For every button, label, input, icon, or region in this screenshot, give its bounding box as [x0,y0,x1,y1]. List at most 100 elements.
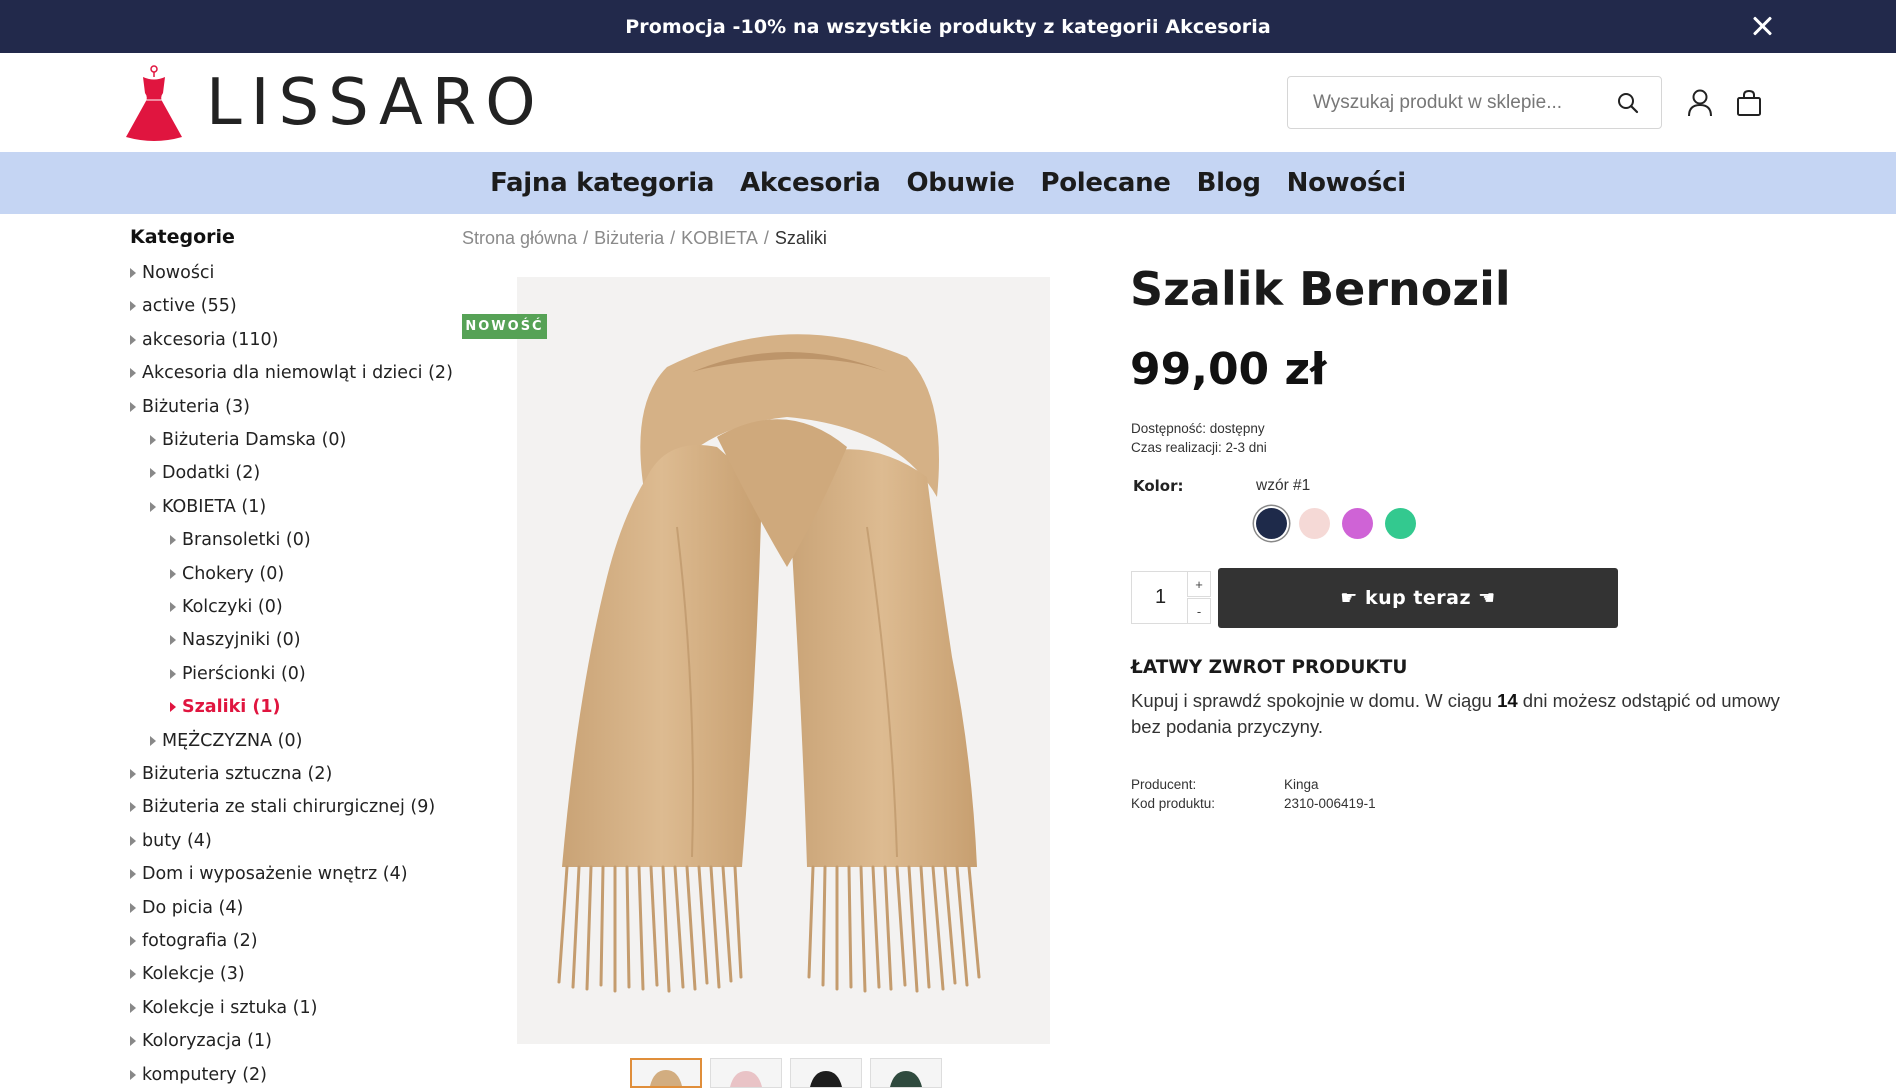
sidebar-category-item[interactable]: Dodatki (2) [150,463,260,483]
caret-right-icon [130,835,136,846]
sidebar-category-item[interactable]: akcesoria (110) [130,330,278,350]
buy-now-button[interactable]: ☛ kup teraz ☚ [1218,568,1618,628]
sidebar-category-item[interactable]: Biżuteria (3) [130,397,250,417]
thumbnail-green[interactable] [870,1058,942,1088]
sidebar-category-label: akcesoria (110) [142,329,279,350]
sidebar-category-item[interactable]: Biżuteria sztuczna (2) [130,764,332,784]
sidebar-category-item[interactable]: Nowości [130,263,214,283]
thumbnail-beige[interactable] [630,1058,702,1088]
product-image[interactable] [517,277,1050,1044]
user-icon [1688,89,1712,117]
sidebar-category-label: MĘŻCZYZNA (0) [162,730,303,751]
return-days: 14 [1497,690,1518,711]
quantity-minus-button[interactable]: - [1187,598,1211,624]
thumbnail-image [810,1071,842,1087]
sidebar-category-item[interactable]: Koloryzacja (1) [130,1031,272,1051]
sidebar-category-item[interactable]: Kolczyki (0) [170,597,283,617]
sidebar-category-item[interactable]: Do picia (4) [130,898,243,918]
sidebar-category-item[interactable]: Kolekcje (3) [130,964,245,984]
availability: Dostępność: dostępny [1131,421,1265,436]
cart-button[interactable] [1734,87,1764,119]
nav-item-polecane[interactable]: Polecane [1040,168,1170,198]
sidebar-category-label: Dom i wyposażenie wnętrz (4) [142,864,408,885]
nav-item-fajna-kategoria[interactable]: Fajna kategoria [490,168,714,198]
sidebar-category-label: Pierścionki (0) [182,663,306,684]
sidebar-title: Kategorie [130,226,235,248]
nav-item-nowosci[interactable]: Nowości [1287,168,1407,198]
color-swatch[interactable] [1342,508,1373,539]
thumbnail-pink[interactable] [710,1058,782,1088]
caret-right-icon [130,268,136,278]
nav-item-blog[interactable]: Blog [1197,168,1261,198]
sidebar-category-item[interactable]: Akcesoria dla niemowląt i dzieci (2) [130,363,453,383]
sidebar-category-label: Bransoletki (0) [182,530,311,551]
sidebar-category-item[interactable]: Kolekcje i sztuka (1) [130,998,317,1018]
spec-producer-label: Producent: [1131,777,1197,792]
sidebar-category-item[interactable]: buty (4) [130,831,212,851]
color-swatch[interactable] [1299,508,1330,539]
sidebar-category-item[interactable]: fotografia (2) [130,931,258,951]
caret-right-icon [130,1069,136,1080]
color-swatch[interactable] [1256,508,1287,539]
caret-right-icon [130,902,136,913]
sidebar-category-item[interactable]: KOBIETA (1) [150,497,266,517]
caret-right-icon [130,334,136,345]
sidebar-category-label: Dodatki (2) [162,463,261,484]
sidebar-category-label: Biżuteria ze stali chirurgicznej (9) [142,797,436,818]
sidebar-category-item[interactable]: Biżuteria Damska (0) [150,430,346,450]
caret-right-icon [130,802,136,813]
return-title: ŁATWY ZWROT PRODUKTU [1131,657,1408,678]
color-label: Kolor: [1133,477,1184,495]
sidebar-category-item[interactable]: Szaliki (1) [170,697,281,717]
sidebar-category-item[interactable]: MĘŻCZYZNA (0) [150,731,302,751]
sidebar-category-label: buty (4) [142,830,212,851]
color-swatch[interactable] [1385,508,1416,539]
thumbnail-image [730,1071,762,1087]
caret-right-icon [150,468,156,479]
caret-right-icon [170,568,176,579]
breadcrumb-home[interactable]: Strona główna [462,228,577,249]
breadcrumb-bizuteria[interactable]: Biżuteria [594,228,664,249]
breadcrumb-kobieta[interactable]: KOBIETA [681,228,758,249]
sidebar-category-item[interactable]: komputery (2) [130,1065,267,1085]
promo-text: Promocja -10% na wszystkie produkty z ka… [625,15,1271,38]
spec-producer-value: Kinga [1284,777,1319,792]
sidebar-category-item[interactable]: Biżuteria ze stali chirurgicznej (9) [130,797,435,817]
caret-right-icon [130,1002,136,1013]
caret-right-icon [150,501,156,512]
sidebar-category-item[interactable]: Dom i wyposażenie wnętrz (4) [130,864,408,884]
sidebar-category-label: Biżuteria Damska (0) [162,430,347,450]
nav-item-obuwie[interactable]: Obuwie [906,168,1014,198]
color-value: wzór #1 [1256,477,1311,494]
sidebar-category-item[interactable]: Naszyjniki (0) [170,630,301,650]
nav-item-akcesoria[interactable]: Akcesoria [740,168,881,198]
site-header: LISSARO [0,53,1896,152]
logo[interactable]: LISSARO [124,63,545,143]
caret-right-icon [170,602,176,612]
search-button[interactable] [1603,77,1653,128]
sidebar-category-label: komputery (2) [142,1064,267,1085]
sidebar-category-label: KOBIETA (1) [162,496,267,517]
caret-right-icon [170,535,176,546]
quantity-plus-button[interactable]: + [1187,571,1211,597]
search-input[interactable] [1288,77,1603,128]
quantity-input[interactable]: 1 [1131,571,1189,624]
account-button[interactable] [1685,87,1715,119]
close-icon[interactable] [1748,12,1776,40]
sidebar-category-item[interactable]: Bransoletki (0) [170,530,311,550]
caret-right-icon [130,969,136,980]
caret-right-icon [130,936,136,946]
search-box [1287,76,1662,129]
caret-right-icon [130,869,136,880]
sidebar-category-item[interactable]: Pierścionki (0) [170,664,306,684]
sidebar-category-item[interactable]: Chokery (0) [170,564,284,584]
scarf-image [557,334,981,993]
thumbnail-black[interactable] [790,1058,862,1088]
breadcrumb: Strona główna / Biżuteria / KOBIETA / Szali… [462,228,827,249]
sidebar-category-label: Akcesoria dla niemowląt i dzieci (2) [142,363,453,384]
caret-right-icon [170,702,176,713]
promo-bar: Promocja -10% na wszystkie produkty z ka… [0,0,1896,53]
sidebar-category-label: Do picia (4) [142,897,244,918]
sidebar-category-item[interactable]: active (55) [130,296,237,316]
breadcrumb-current: Szaliki [774,228,827,248]
